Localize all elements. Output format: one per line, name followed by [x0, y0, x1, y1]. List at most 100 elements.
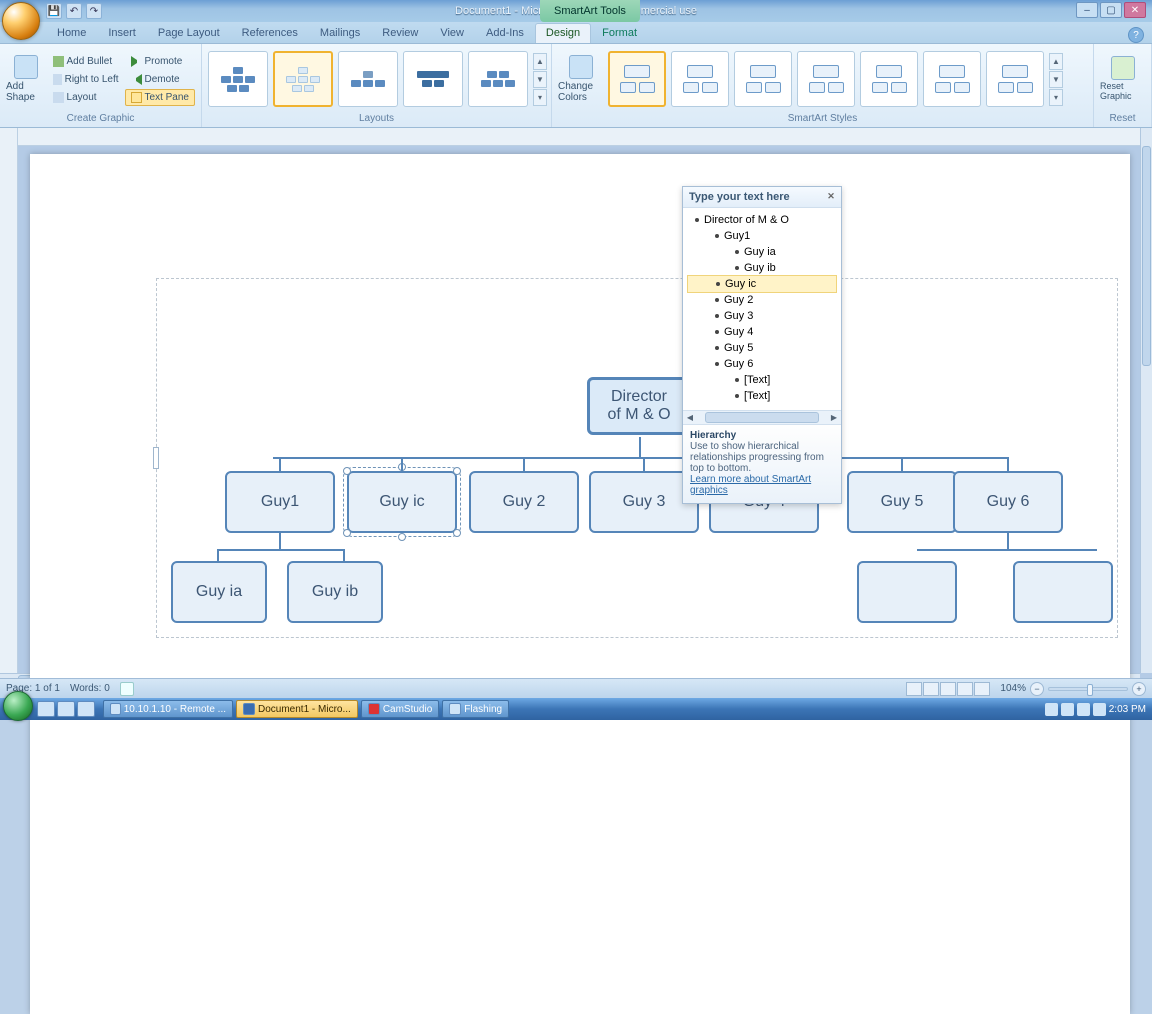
add-shape-button[interactable]: Add Shape	[6, 53, 47, 105]
styles-spinner[interactable]: ▲▼▾	[1049, 53, 1063, 106]
ie-icon[interactable]	[37, 701, 55, 717]
style-option-1[interactable]	[608, 51, 666, 107]
text-pane-item[interactable]: Guy1	[687, 228, 837, 244]
tab-insert[interactable]: Insert	[97, 23, 147, 43]
node-guy1[interactable]: Guy1	[225, 471, 335, 533]
selection-handle[interactable]	[343, 467, 351, 475]
layout-option-5[interactable]	[468, 51, 528, 107]
node-guy2[interactable]: Guy 2	[469, 471, 579, 533]
text-pane-item[interactable]: Guy 3	[687, 308, 837, 324]
layout-down-icon[interactable]: ▼	[533, 71, 547, 88]
zoom-in-button[interactable]: +	[1132, 682, 1146, 696]
node-root[interactable]: Directorof M & O	[587, 377, 691, 435]
maximize-button[interactable]: ▢	[1100, 2, 1122, 18]
node-placeholder-2[interactable]	[1013, 561, 1113, 623]
tab-addins[interactable]: Add-Ins	[475, 23, 535, 43]
tab-page-layout[interactable]: Page Layout	[147, 23, 231, 43]
selection-handle[interactable]	[343, 529, 351, 537]
layouts-spinner[interactable]: ▲▼▾	[533, 53, 547, 106]
text-pane-item[interactable]: Guy ic	[687, 275, 837, 293]
right-to-left-button[interactable]: Right to Left	[47, 71, 125, 88]
node-guy5[interactable]: Guy 5	[847, 471, 957, 533]
text-pane-hscroll[interactable]: ◀ ▶	[683, 410, 841, 424]
style-option-4[interactable]	[797, 51, 855, 107]
text-pane-scroll-thumb[interactable]	[705, 412, 819, 423]
text-pane-item[interactable]: [Text]	[687, 388, 837, 404]
taskbar-word[interactable]: Document1 - Micro...	[236, 700, 358, 718]
vertical-scrollbar[interactable]	[1140, 128, 1152, 673]
media-icon[interactable]	[77, 701, 95, 717]
save-icon[interactable]: 💾	[46, 3, 62, 19]
horizontal-ruler[interactable]	[18, 128, 1140, 146]
text-pane-item[interactable]: Director of M & O	[687, 212, 837, 228]
change-colors-button[interactable]: Change Colors	[558, 53, 604, 105]
node-guy-ib[interactable]: Guy ib	[287, 561, 383, 623]
style-more-icon[interactable]: ▾	[1049, 89, 1063, 106]
style-option-7[interactable]	[986, 51, 1044, 107]
layout-option-1[interactable]	[208, 51, 268, 107]
volume-icon[interactable]	[1093, 703, 1106, 716]
layout-option-3[interactable]	[338, 51, 398, 107]
scroll-right-icon[interactable]: ▶	[827, 411, 841, 424]
node-placeholder-1[interactable]	[857, 561, 957, 623]
node-guy-ic[interactable]: Guy ic	[347, 471, 457, 533]
start-button[interactable]	[3, 691, 33, 721]
text-pane[interactable]: Type your text here ✕ Director of M & OG…	[682, 186, 842, 504]
text-pane-item[interactable]: Guy 6	[687, 356, 837, 372]
reset-graphic-button[interactable]: Reset Graphic	[1100, 54, 1145, 104]
layout-more-icon[interactable]: ▾	[533, 89, 547, 106]
zoom-level[interactable]: 104%	[1000, 683, 1026, 694]
explorer-icon[interactable]	[57, 701, 75, 717]
help-icon[interactable]: ?	[1128, 27, 1144, 43]
vscroll-thumb[interactable]	[1142, 146, 1151, 366]
page[interactable]: Directorof M & O Guy1 Guy ic Guy 2 Guy 3…	[30, 154, 1130, 1014]
node-guy-ia[interactable]: Guy ia	[171, 561, 267, 623]
view-draft-icon[interactable]	[974, 682, 990, 696]
view-print-layout-icon[interactable]	[906, 682, 922, 696]
text-pane-list[interactable]: Director of M & OGuy1Guy iaGuy ibGuy icG…	[683, 208, 841, 410]
text-pane-item[interactable]: [Text]	[687, 372, 837, 388]
text-pane-item[interactable]: Guy 2	[687, 292, 837, 308]
redo-icon[interactable]: ↷	[86, 3, 102, 19]
style-up-icon[interactable]: ▲	[1049, 53, 1063, 70]
minimize-button[interactable]: –	[1076, 2, 1098, 18]
style-option-5[interactable]	[860, 51, 918, 107]
undo-icon[interactable]: ↶	[66, 3, 82, 19]
close-button[interactable]: ✕	[1124, 2, 1146, 18]
text-pane-item[interactable]: Guy ia	[687, 244, 837, 260]
tab-review[interactable]: Review	[371, 23, 429, 43]
view-buttons[interactable]	[906, 682, 990, 696]
selection-handle[interactable]	[453, 467, 461, 475]
layouts-gallery[interactable]: ▲▼▾	[208, 51, 547, 107]
layout-option-4[interactable]	[403, 51, 463, 107]
scroll-left-icon[interactable]: ◀	[683, 411, 697, 424]
zoom-out-button[interactable]: −	[1030, 682, 1044, 696]
clock[interactable]: 2:03 PM	[1109, 704, 1146, 715]
promote-button[interactable]: Promote	[125, 53, 195, 70]
tab-view[interactable]: View	[429, 23, 475, 43]
taskbar-rdp[interactable]: 10.10.1.10 - Remote ...	[103, 700, 233, 718]
text-pane-item[interactable]: Guy 5	[687, 340, 837, 356]
add-bullet-button[interactable]: Add Bullet	[47, 53, 125, 70]
hierarchy-chart[interactable]: Directorof M & O Guy1 Guy ic Guy 2 Guy 3…	[157, 279, 1117, 637]
tray-icon[interactable]	[1061, 703, 1074, 716]
word-count[interactable]: Words: 0	[70, 683, 110, 694]
office-orb[interactable]	[2, 2, 40, 40]
taskbar-camstudio[interactable]: CamStudio	[361, 700, 439, 718]
taskbar-flashing[interactable]: Flashing	[442, 700, 509, 718]
zoom-slider[interactable]	[1048, 687, 1128, 691]
text-pane-close-icon[interactable]: ✕	[825, 190, 837, 202]
tab-references[interactable]: References	[231, 23, 309, 43]
layout-dropdown[interactable]: Layout	[47, 89, 125, 106]
view-outline-icon[interactable]	[957, 682, 973, 696]
demote-button[interactable]: Demote	[125, 71, 195, 88]
text-pane-toggle[interactable]: Text Pane	[125, 89, 195, 106]
style-option-3[interactable]	[734, 51, 792, 107]
tab-home[interactable]: Home	[46, 23, 97, 43]
smartart-frame[interactable]: Directorof M & O Guy1 Guy ic Guy 2 Guy 3…	[156, 278, 1118, 638]
text-pane-item[interactable]: Guy ib	[687, 260, 837, 276]
learn-more-link[interactable]: Learn more about SmartArt graphics	[690, 474, 811, 496]
proofing-icon[interactable]	[120, 682, 134, 696]
selection-handle[interactable]	[398, 533, 406, 541]
selection-handle[interactable]	[453, 529, 461, 537]
